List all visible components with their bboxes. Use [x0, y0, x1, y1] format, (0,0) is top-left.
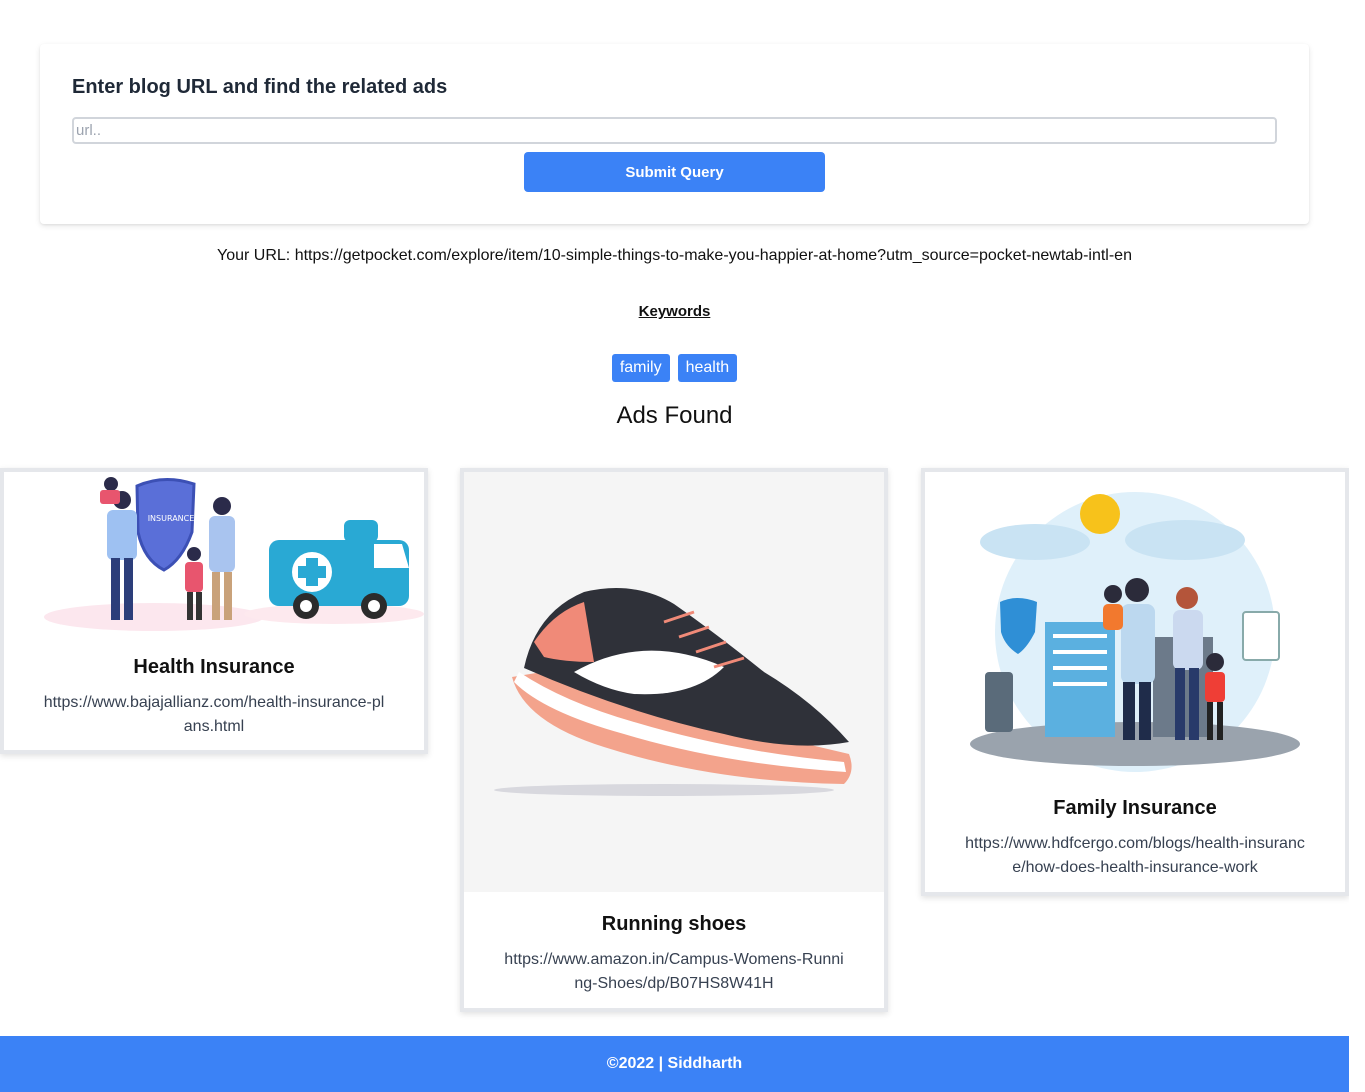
keywords-heading: Keywords: [638, 303, 711, 320]
scrollbar[interactable]: [1349, 0, 1365, 1092]
ad-card[interactable]: Family Insurance https://www.hdfcergo.co…: [921, 468, 1349, 896]
form-title: Enter blog URL and find the related ads: [72, 76, 448, 98]
keyword-chip: health: [677, 354, 738, 382]
ad-link[interactable]: https://www.bajajallianz.com/health-insu…: [40, 691, 388, 739]
ads-found-heading: Ads Found: [616, 402, 733, 429]
ad-card[interactable]: Running shoes https://www.amazon.in/Camp…: [460, 468, 888, 1012]
url-input[interactable]: [72, 117, 1277, 144]
keyword-chip: family: [611, 354, 670, 382]
your-url-text: Your URL: https://getpocket.com/explore/…: [217, 247, 1132, 264]
ad-link[interactable]: https://www.amazon.in/Campus-Womens-Runn…: [500, 948, 848, 996]
ad-title: Running shoes: [601, 913, 747, 935]
keyword-chips: family health: [0, 354, 1349, 382]
health-insurance-image: INSURANCE: [4, 472, 424, 642]
url-form-card: Enter blog URL and find the related ads …: [40, 44, 1309, 224]
shield-label: INSURANCE: [148, 514, 195, 523]
ad-link[interactable]: https://www.hdfcergo.com/blogs/health-in…: [961, 832, 1309, 880]
ad-title: Family Insurance: [1053, 797, 1217, 819]
ad-card[interactable]: INSURANCE Health Insurance https://www.b…: [0, 468, 428, 754]
running-shoe-image: [464, 472, 884, 892]
submit-query-button[interactable]: Submit Query: [524, 152, 825, 192]
ad-title: Health Insurance: [133, 656, 295, 678]
footer: ©2022 | Siddharth: [0, 1036, 1349, 1092]
family-insurance-image: [925, 472, 1345, 782]
